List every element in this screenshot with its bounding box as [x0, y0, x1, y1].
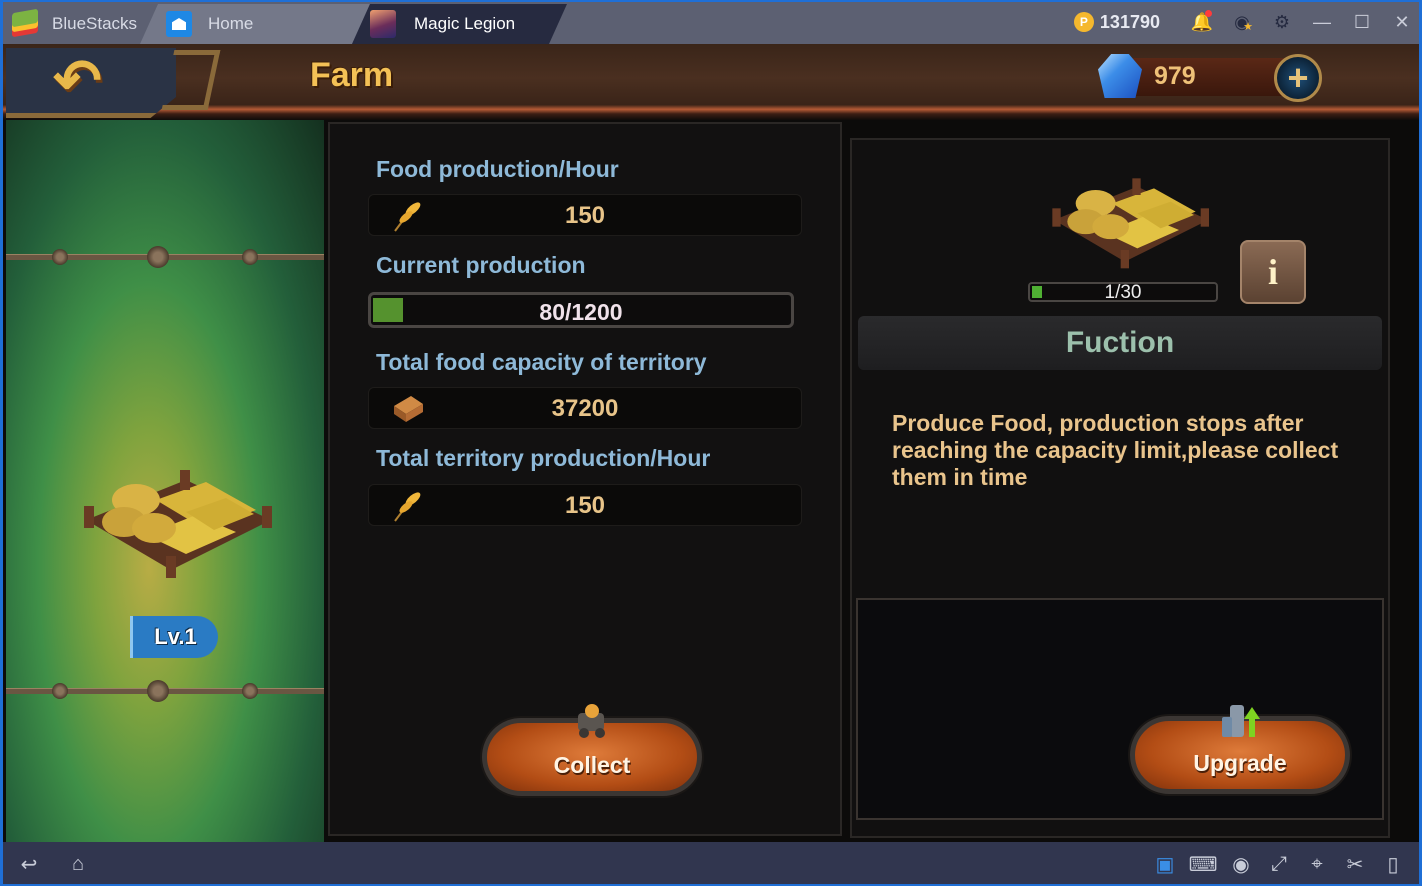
tab-game-label: Magic Legion [414, 14, 516, 33]
tab-home[interactable]: Home [140, 4, 370, 44]
minimize-icon[interactable]: — [1302, 0, 1342, 44]
progress-text: 80/1200 [539, 299, 623, 325]
scissors-icon[interactable]: ✂ [1336, 842, 1374, 886]
gem-count: 979 [1154, 62, 1196, 90]
plus-icon: + [1287, 57, 1309, 98]
add-gems-button[interactable]: + [1274, 54, 1322, 102]
upgrade-label: Upgrade [1193, 750, 1287, 776]
stat-value-box: 150 [368, 484, 802, 526]
rim-knob [52, 249, 68, 265]
fullscreen-icon[interactable]: ⤢ [1260, 842, 1298, 886]
stat-label: Total territory production/Hour [376, 445, 711, 471]
upgrade-tower-icon [1222, 705, 1260, 737]
level-badge: Lv.1 [130, 616, 218, 658]
tab-home-label: Home [208, 14, 254, 33]
home-icon [166, 11, 192, 37]
brand-label: BlueStacks [52, 14, 138, 33]
section-title: Fuction [1065, 326, 1175, 359]
back-icon[interactable]: ↩ [10, 842, 48, 886]
rotate-icon[interactable]: ▯ [1374, 842, 1412, 886]
stat-label: Current production [376, 252, 586, 278]
account-star-icon[interactable]: ◉ ★ [1222, 0, 1262, 44]
game-header: ↶ Farm 979 + [0, 44, 1422, 120]
upgrade-box: Upgrade [856, 598, 1384, 820]
home-icon[interactable]: ⌂ [48, 842, 108, 886]
info-button[interactable]: i [1240, 240, 1306, 304]
stats-panel: Food production/Hour 150 Current product… [328, 122, 842, 836]
farm-building-icon [1052, 178, 1209, 269]
collect-label: Collect [553, 752, 631, 778]
stat-value: 150 [564, 202, 606, 229]
info-panel: 1/30 i Fuction Produce Food, production … [850, 138, 1390, 838]
page-title: Farm [310, 56, 394, 94]
rim-knob [52, 683, 68, 699]
building-scene: Lv.1 [6, 120, 324, 842]
rim-knob [242, 683, 258, 699]
back-arrow-icon[interactable]: ↶ [30, 52, 125, 110]
farm-building-icon[interactable] [76, 460, 276, 580]
function-description: Produce Food, production stops after rea… [892, 410, 1339, 490]
rim-knob [147, 246, 169, 268]
keyboard-icon[interactable]: ⌨ [1184, 842, 1222, 886]
tab-magic-legion[interactable]: Magic Legion [352, 4, 567, 44]
bluestacks-logo-icon [10, 8, 40, 38]
keymap-toggle-icon[interactable]: ▣ [1146, 842, 1184, 886]
stat-label: Total food capacity of territory [376, 349, 707, 375]
collect-button[interactable]: Collect [482, 704, 702, 796]
coin-count: 131790 [1099, 11, 1160, 32]
upgrade-button[interactable]: Upgrade [1130, 705, 1350, 794]
stat-value: 150 [564, 492, 606, 519]
maximize-icon[interactable]: ☐ [1342, 0, 1382, 44]
close-icon[interactable]: ✕ [1382, 0, 1422, 44]
rim-knob [147, 680, 169, 702]
stat-value-box: 150 [368, 194, 802, 236]
android-nav-bar: ↩ ⌂ ▣ ⌨ ◉ ⤢ ⌖ ✂ ▯ [0, 842, 1422, 886]
cart-icon [578, 704, 605, 738]
location-icon[interactable]: ⌖ [1298, 842, 1336, 886]
stat-value-box: 37200 [368, 387, 802, 429]
building-count-bar: 1/30 [1028, 282, 1218, 303]
gear-icon[interactable]: ⚙ [1262, 0, 1302, 44]
bluestacks-brand: BlueStacks [10, 4, 137, 44]
game-screen: ↶ Farm 979 + Lv.1 Food production/Hour 1… [0, 44, 1422, 842]
rim-knob [242, 249, 258, 265]
info-icon: i [1267, 252, 1278, 292]
building-count-text: 1/30 [1104, 282, 1142, 303]
section-header: Fuction [858, 316, 1382, 370]
stat-value: 37200 [551, 395, 619, 422]
title-bar-controls: P 131790 🔔 ◉ ★ ⚙ — ☐ ✕ [1073, 0, 1422, 44]
bell-icon[interactable]: 🔔 [1182, 0, 1222, 44]
title-bar: BlueStacks Home Magic Legion P 131790 🔔 … [0, 0, 1422, 44]
game-icon [370, 10, 396, 38]
stat-label: Food production/Hour [376, 156, 619, 182]
coin-icon: P [1073, 12, 1094, 32]
eye-icon[interactable]: ◉ [1222, 842, 1260, 886]
current-production-bar: 80/1200 [368, 292, 794, 328]
